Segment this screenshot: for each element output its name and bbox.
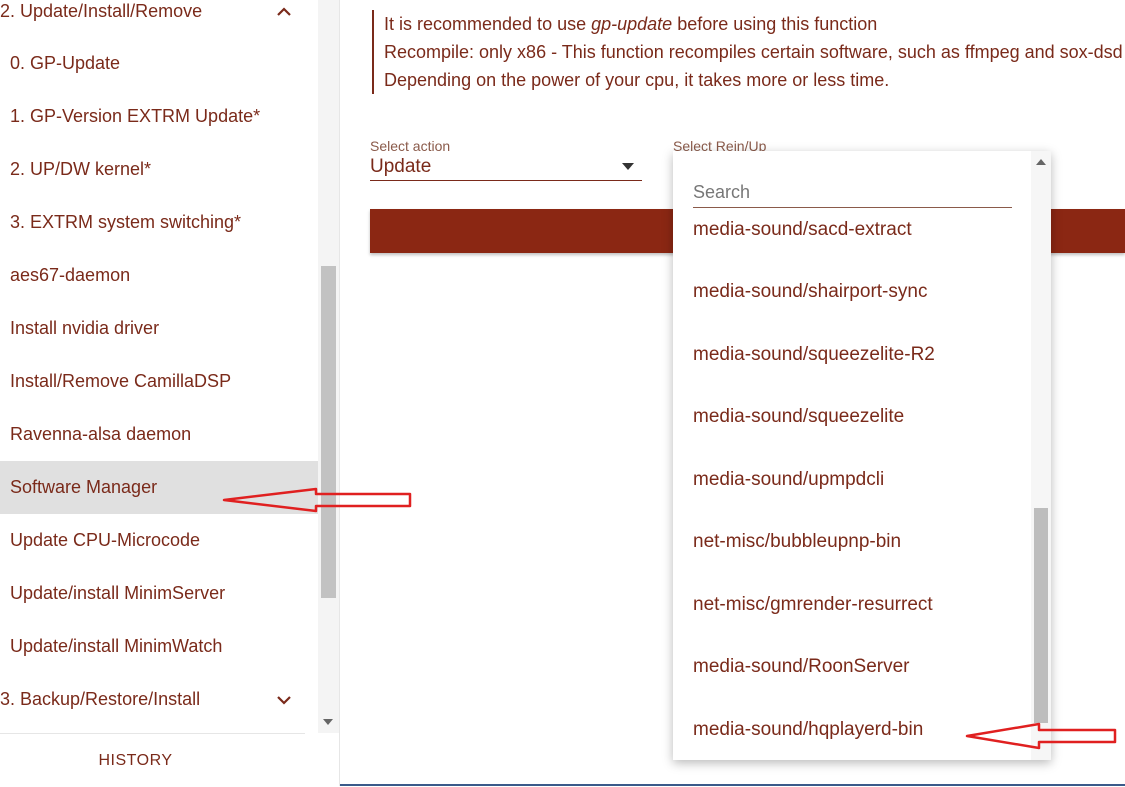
dropdown-option[interactable]: net-misc/gmrender-resurrect xyxy=(693,594,933,616)
dropdown-scrollbar[interactable] xyxy=(1031,151,1051,760)
sidebar-item-label: 3. EXTRM system switching* xyxy=(10,212,242,232)
sidebar-item-install-remove-camilladsp[interactable]: Install/Remove CamillaDSP xyxy=(0,355,318,408)
dropdown-option[interactable]: media-sound/shairport-sync xyxy=(693,281,927,303)
sidebar-scrollbar-thumb[interactable] xyxy=(321,266,336,598)
sidebar-item-label: 3. Backup/Restore/Install xyxy=(0,689,201,709)
scroll-down-arrow-icon[interactable] xyxy=(323,719,333,725)
dropdown-option[interactable]: media-sound/upmpdcli xyxy=(693,469,884,491)
select-action-dropdown[interactable]: Update xyxy=(370,152,642,181)
sidebar-section-backup-restore-install[interactable]: 3. Backup/Restore/Install xyxy=(0,673,318,726)
sidebar-item-label: 0. GP-Update xyxy=(10,53,121,73)
chevron-down-icon xyxy=(277,695,291,705)
sidebar-item-gp-update[interactable]: 0. GP-Update xyxy=(0,37,318,90)
info-line-2: Recompile: only x86 - This function reco… xyxy=(384,42,1123,62)
sidebar-item-label: Software Manager xyxy=(10,477,158,497)
sidebar-item-ravenna-alsa-daemon[interactable]: Ravenna-alsa daemon xyxy=(0,408,318,461)
sidebar-item-install-nvidia-driver[interactable]: Install nvidia driver xyxy=(0,302,318,355)
history-button[interactable]: HISTORY xyxy=(0,733,305,787)
scroll-up-arrow-icon[interactable] xyxy=(1036,159,1046,165)
dropdown-option[interactable]: media-sound/RoonServer xyxy=(693,656,910,678)
main-content: It is recommended to use gp-update befor… xyxy=(340,0,1125,786)
sidebar-item-label: Install nvidia driver xyxy=(10,318,160,338)
sidebar-item-label: Update CPU-Microcode xyxy=(10,530,201,550)
info-line-1-emphasis: gp-update xyxy=(591,14,673,34)
sidebar-item-label: Ravenna-alsa daemon xyxy=(10,424,192,444)
sidebar-item-label: Update/install MinimServer xyxy=(10,583,226,603)
info-note: It is recommended to use gp-update befor… xyxy=(372,10,1123,94)
dropdown-scrollbar-thumb[interactable] xyxy=(1034,508,1048,723)
info-line-1-prefix: It is recommended to use xyxy=(384,14,592,34)
dropdown-option[interactable]: media-sound/sacd-extract xyxy=(693,219,912,241)
sidebar-item-update-install-minimwatch[interactable]: Update/install MinimWatch xyxy=(0,620,318,673)
sidebar-scrollbar[interactable] xyxy=(318,0,339,733)
info-line-3: Depending on the power of your cpu, it t… xyxy=(384,70,890,90)
sidebar-item-extrm-system-switching[interactable]: 3. EXTRM system switching* xyxy=(0,196,318,249)
sidebar-item-label: Update/install MinimWatch xyxy=(10,636,223,656)
sidebar-item-label: 2. Update/Install/Remove xyxy=(0,1,203,21)
chevron-up-icon xyxy=(277,6,291,16)
info-line-1: It is recommended to use gp-update befor… xyxy=(384,10,1123,38)
sidebar-item-software-manager[interactable]: Software Manager xyxy=(0,461,318,514)
sidebar: 2. Update/Install/Remove 0. GP-Update 1.… xyxy=(0,0,340,786)
sidebar-item-label: 2. UP/DW kernel* xyxy=(10,159,152,179)
sidebar-item-update-cpu-microcode[interactable]: Update CPU-Microcode xyxy=(0,514,318,567)
rein-up-dropdown-panel: media-sound/sacd-extract media-sound/sha… xyxy=(673,151,1051,760)
sidebar-item-up-dw-kernel[interactable]: 2. UP/DW kernel* xyxy=(0,143,318,196)
search-input[interactable] xyxy=(693,177,1012,208)
sidebar-menu: 2. Update/Install/Remove 0. GP-Update 1.… xyxy=(0,0,318,733)
caret-down-icon xyxy=(622,163,634,170)
sidebar-item-label: 1. GP-Version EXTRM Update* xyxy=(10,106,261,126)
info-line-1-suffix: before using this function xyxy=(672,14,878,34)
sidebar-item-aes67-daemon[interactable]: aes67-daemon xyxy=(0,249,318,302)
sidebar-item-label: aes67-daemon xyxy=(10,265,131,285)
dropdown-option[interactable]: media-sound/squeezelite-R2 xyxy=(693,344,935,366)
sidebar-item-label: Install/Remove CamillaDSP xyxy=(10,371,232,391)
sidebar-section-update-install-remove[interactable]: 2. Update/Install/Remove xyxy=(0,0,318,38)
dropdown-option[interactable]: media-sound/hqplayerd-bin xyxy=(693,719,923,741)
sidebar-item-gp-version-extrm-update[interactable]: 1. GP-Version EXTRM Update* xyxy=(0,90,318,143)
dropdown-option[interactable]: media-sound/squeezelite xyxy=(693,406,904,428)
dropdown-option[interactable]: net-misc/bubbleupnp-bin xyxy=(693,531,901,553)
sidebar-item-update-install-minimserver[interactable]: Update/install MinimServer xyxy=(0,567,318,620)
select-action-value: Update xyxy=(370,156,432,177)
